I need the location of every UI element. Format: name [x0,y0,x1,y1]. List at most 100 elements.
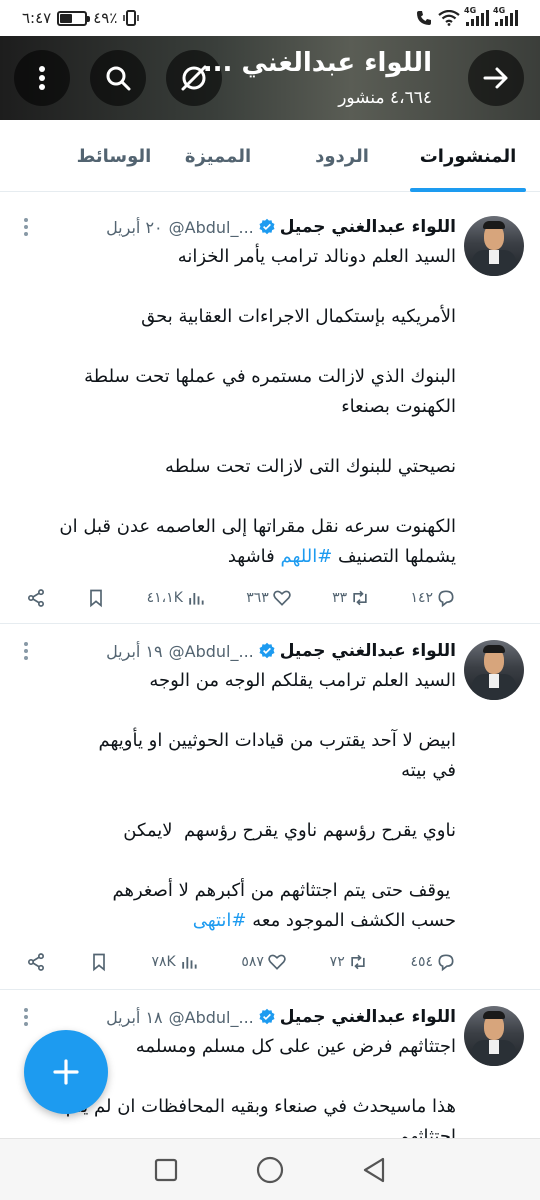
post-more-icon[interactable] [24,642,28,660]
back-nav-button[interactable] [361,1156,387,1184]
heart-icon [273,590,291,606]
author-name[interactable]: اللواء عبدالغني جميل [280,641,456,661]
author-name[interactable]: اللواء عبدالغني جميل [280,1007,456,1027]
profile-header: اللواء عبدالغني ... ٤،٦٦٤ منشور [0,36,540,120]
post-header: اللواء عبدالغني جميل @Abdul_... ١٨ أبريل [18,1004,456,1030]
reply-count: ٤٥٤ [410,954,433,970]
more-options-button[interactable] [14,50,70,106]
reply-button[interactable]: ٤٥٤ [410,952,456,972]
plus-icon [53,1059,79,1085]
reply-button[interactable]: ١٤٢ [410,588,456,608]
battery-percent: ٤٩٪ [93,9,118,27]
retweet-button[interactable]: ٧٢ [330,952,368,972]
post-header: اللواء عبدالغني جميل @Abdul_... ٢٠ أبريل [18,214,456,240]
post-more-icon[interactable] [24,1008,28,1026]
tab-media[interactable]: الوسائط [64,120,164,192]
verified-badge-icon [259,218,275,235]
author-handle: @Abdul_... [168,217,254,237]
tab-posts-label: المنشورات [419,145,517,167]
tab-highlights[interactable]: المميزة [168,120,268,192]
views-button[interactable]: ٧٨K [151,952,198,972]
post-date: ١٩ أبريل [106,641,163,661]
search-button[interactable] [90,50,146,106]
network-label-1: 4G [464,6,477,15]
post-actions: ٤٥٤ ٧٢ ٥٨٧ ٧٨K [26,952,456,972]
retweet-icon [353,590,367,606]
post-date: ١٨ أبريل [106,1007,163,1027]
view-count: ٧٨K [151,954,176,970]
like-button[interactable]: ٥٨٧ [241,952,287,972]
share-icon [28,953,44,971]
share-button[interactable] [26,952,46,972]
bookmark-button[interactable] [86,588,106,608]
tab-highlights-label: المميزة [184,145,252,167]
profile-tabs: المنشورات الردود المميزة الوسائط [0,120,540,192]
bookmark-button[interactable] [89,952,109,972]
views-button[interactable]: ٤١،١K [147,588,206,608]
heart-icon [268,954,286,970]
bookmark-icon [92,953,105,972]
avatar[interactable] [464,216,524,276]
tab-replies[interactable]: الردود [292,120,392,192]
status-bar: ٦:٤٧ ٤٩٪ 4G 4G [0,0,540,36]
post-date: ٢٠ أبريل [106,217,163,237]
status-right: 4G 4G [416,6,518,26]
battery-icon [57,10,91,26]
post-text-main: اجتثاثهم فرض عين على كل مسلم ومسلمه هذا … [66,1036,456,1138]
home-button[interactable] [255,1155,285,1185]
author-name[interactable]: اللواء عبدالغني جميل [280,217,456,237]
avatar[interactable] [464,640,524,700]
reply-icon [438,590,454,608]
post-more-icon[interactable] [24,218,28,236]
back-button[interactable] [468,50,524,106]
recent-apps-button[interactable] [153,1157,179,1183]
views-chart-icon [181,957,197,969]
post-text: السيد العلم ترامب يقلكم الوجه من الوجه ا… [16,666,456,936]
like-count: ٥٨٧ [241,954,264,970]
avatar[interactable] [464,1006,524,1066]
hashtag-link[interactable]: #اللهم [281,546,333,567]
retweet-count: ٧٢ [329,954,345,970]
hashtag-link[interactable]: #انتهى [193,910,247,931]
battery-fill [60,13,73,23]
signal-icon-1: 4G [464,6,489,26]
verified-badge-icon [259,642,275,659]
author-handle: @Abdul_... [168,1007,254,1027]
phone-icon [417,11,431,25]
retweet-icon [351,954,365,970]
tab-posts[interactable]: المنشورات [410,120,526,192]
profile-title: اللواء عبدالغني ... [202,48,432,78]
compose-post-button[interactable] [24,1030,108,1114]
wifi-icon [438,10,460,26]
like-button[interactable]: ٣٦٣ [246,588,292,608]
post-item[interactable]: اللواء عبدالغني جميل @Abdul_... ٢٠ أبريل… [0,204,540,624]
share-icon [28,589,44,607]
post-item[interactable]: اللواء عبدالغني جميل @Abdul_... ١٩ أبريل… [0,628,540,990]
network-label-2: 4G [493,6,506,15]
clock: ٦:٤٧ [22,9,52,27]
post-text-end: فاشهد [227,546,281,567]
verified-badge-icon [259,1008,275,1025]
post-actions: ١٤٢ ٣٣ ٣٦٣ ٤١،١K [26,588,456,608]
post-count: ٤،٦٦٤ منشور [338,88,432,108]
view-count: ٤١،١K [146,590,183,606]
author-handle: @Abdul_... [168,641,254,661]
post-text-main: السيد العلم دونالد ترامب يأمر الخزانه ال… [59,246,456,567]
reply-count: ١٤٢ [410,590,433,606]
more-vertical-icon [39,66,45,90]
search-icon [106,66,131,91]
post-header: اللواء عبدالغني جميل @Abdul_... ١٩ أبريل [18,638,456,664]
retweet-button[interactable]: ٣٣ [332,588,370,608]
system-navigation-bar [0,1138,540,1200]
status-left: ٦:٤٧ ٤٩٪ [22,9,140,27]
tab-replies-label: الردود [315,145,369,167]
like-count: ٣٦٣ [246,590,269,606]
reply-icon [438,954,454,972]
active-tab-indicator [410,188,526,192]
share-button[interactable] [26,588,46,608]
post-text: السيد العلم دونالد ترامب يأمر الخزانه ال… [16,242,456,572]
bookmark-icon [90,589,103,608]
post-text-main: السيد العلم ترامب يقلكم الوجه من الوجه ا… [98,670,456,931]
tab-media-label: الوسائط [76,145,152,167]
retweet-count: ٣٣ [332,590,348,606]
